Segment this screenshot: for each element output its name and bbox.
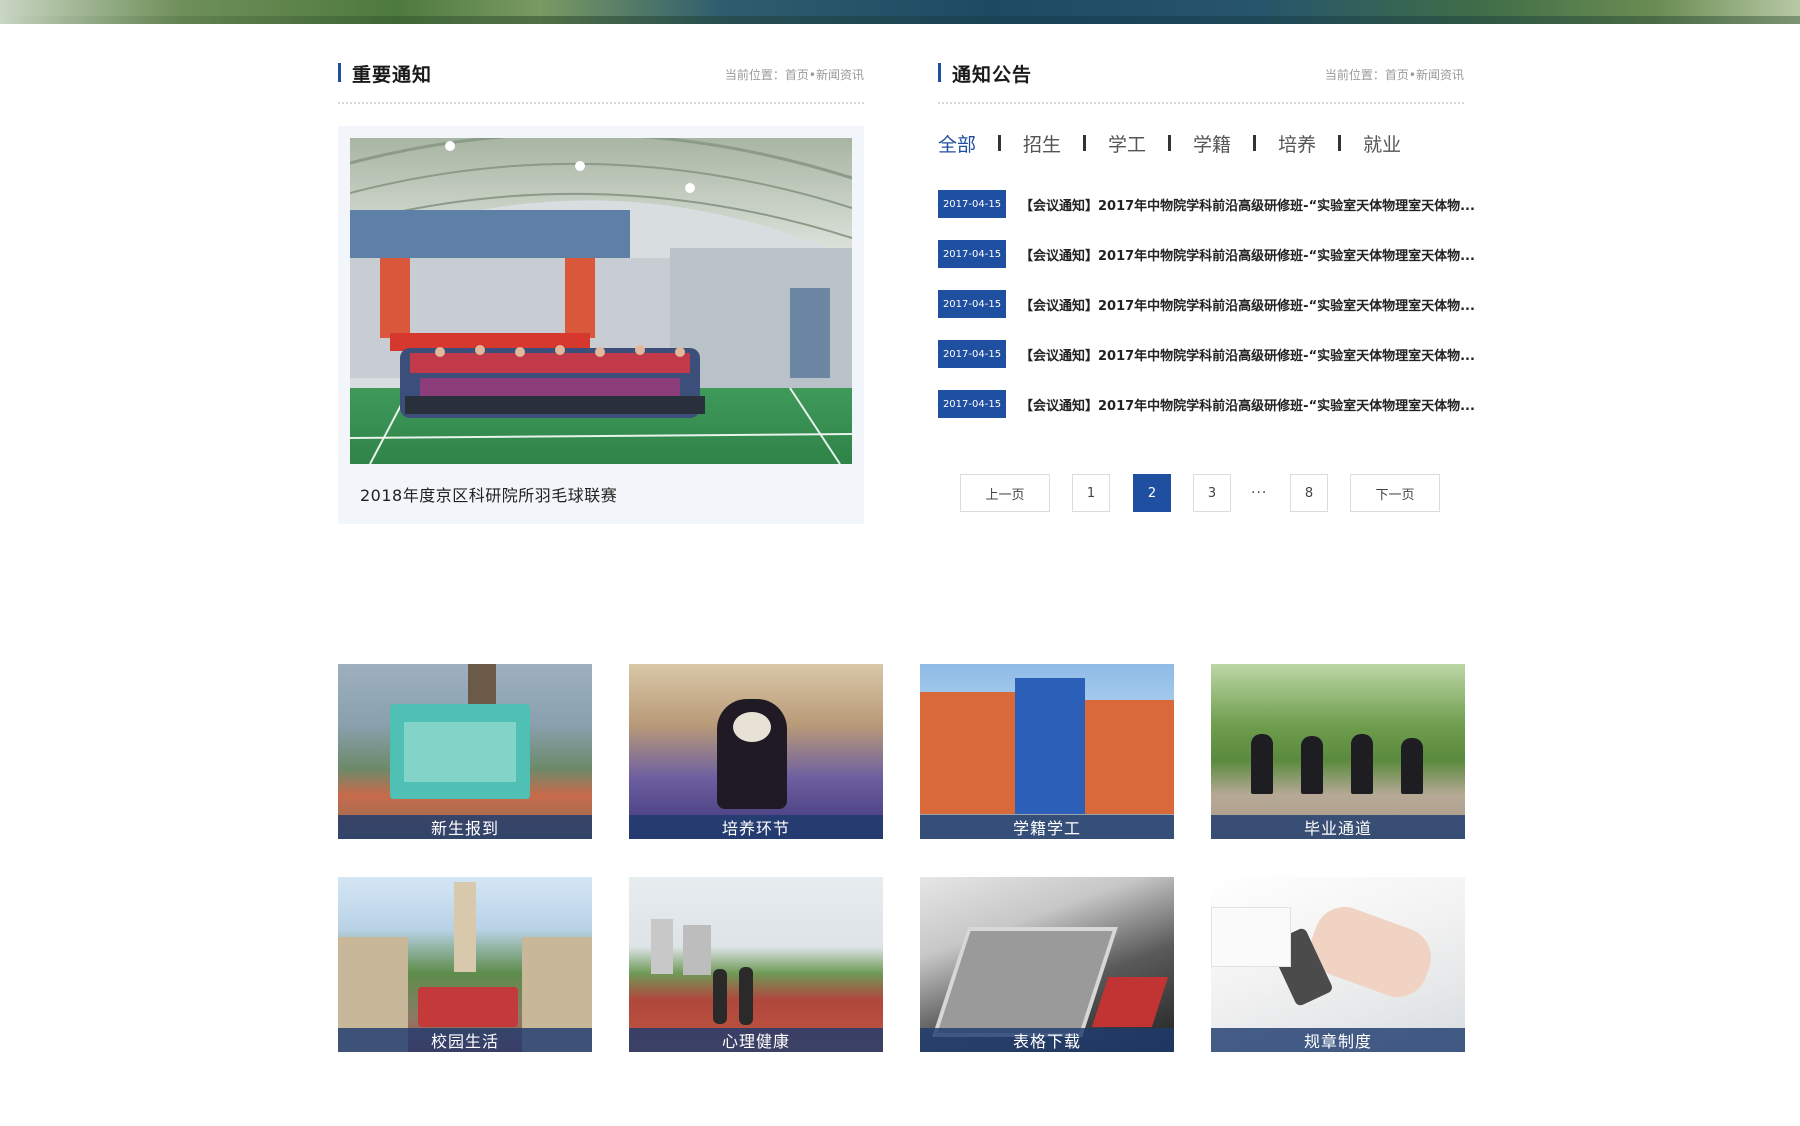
notice-date: 2017-04-15 (938, 340, 1006, 368)
tile-photo (1211, 877, 1465, 1052)
tile-label: 学籍学工 (920, 815, 1174, 839)
page-3-button[interactable]: 3 (1193, 474, 1231, 512)
tile-campus-life[interactable]: 校园生活 (338, 877, 592, 1052)
page-2-button[interactable]: 2 (1133, 474, 1171, 512)
tile-photo (920, 664, 1174, 839)
announcement-tabs: 全部 招生 学工 学籍 培养 就业 (938, 128, 1401, 158)
notice-item[interactable]: 2017-04-15 【会议通知】2017年中物院学科前沿高级研修班-“实验室天… (938, 240, 1478, 268)
tile-label: 校园生活 (338, 1028, 592, 1052)
pagination-ellipsis: ··· (1251, 485, 1268, 501)
notice-date: 2017-04-15 (938, 290, 1006, 318)
section-marker (338, 63, 341, 82)
featured-news-photo[interactable] (350, 138, 852, 464)
tab-training[interactable]: 培养 (1278, 130, 1316, 157)
tile-photo (338, 877, 592, 1052)
tab-enrollment[interactable]: 学籍 (1193, 130, 1231, 157)
tile-label: 新生报到 (338, 815, 592, 839)
tab-employment[interactable]: 就业 (1363, 130, 1401, 157)
notice-item[interactable]: 2017-04-15 【会议通知】2017年中物院学科前沿高级研修班-“实验室天… (938, 290, 1478, 318)
announcements-header: 通知公告 当前位置：首页•新闻资讯 (938, 58, 1464, 88)
tab-separator (1338, 135, 1342, 151)
tile-label: 表格下载 (920, 1028, 1174, 1052)
notice-date: 2017-04-15 (938, 190, 1006, 218)
tab-admissions[interactable]: 招生 (1023, 130, 1061, 157)
notice-date: 2017-04-15 (938, 240, 1006, 268)
gymnasium-photo (350, 138, 852, 464)
tile-photo (629, 877, 883, 1052)
section-marker (938, 63, 941, 82)
featured-news-caption[interactable]: 2018年度京区科研院所羽毛球联赛 (360, 482, 617, 506)
tile-photo (338, 664, 592, 839)
notice-item[interactable]: 2017-04-15 【会议通知】2017年中物院学科前沿高级研修班-“实验室天… (938, 340, 1478, 368)
notice-title[interactable]: 【会议通知】2017年中物院学科前沿高级研修班-“实验室天体物理室天体物... (1020, 195, 1475, 214)
tile-training-process[interactable]: 培养环节 (629, 664, 883, 839)
tab-separator (1168, 135, 1172, 151)
hero-banner-strip (0, 0, 1800, 24)
notice-date: 2017-04-15 (938, 390, 1006, 418)
notice-title[interactable]: 【会议通知】2017年中物院学科前沿高级研修班-“实验室天体物理室天体物... (1020, 295, 1475, 314)
notice-title[interactable]: 【会议通知】2017年中物院学科前沿高级研修班-“实验室天体物理室天体物... (1020, 345, 1475, 364)
notice-title[interactable]: 【会议通知】2017年中物院学科前沿高级研修班-“实验室天体物理室天体物... (1020, 245, 1475, 264)
section-title: 通知公告 (952, 64, 1033, 86)
divider (938, 102, 1464, 104)
tile-label: 心理健康 (629, 1028, 883, 1052)
tile-mental-health[interactable]: 心理健康 (629, 877, 883, 1052)
tab-all[interactable]: 全部 (938, 130, 976, 157)
breadcrumb[interactable]: 当前位置：首页•新闻资讯 (725, 66, 864, 83)
tile-graduation-channel[interactable]: 毕业通道 (1211, 664, 1465, 839)
page-1-button[interactable]: 1 (1072, 474, 1110, 512)
notice-title[interactable]: 【会议通知】2017年中物院学科前沿高级研修班-“实验室天体物理室天体物... (1020, 395, 1475, 414)
divider (338, 102, 864, 104)
tile-label: 规章制度 (1211, 1028, 1465, 1052)
prev-page-button[interactable]: 上一页 (960, 474, 1050, 512)
tile-regulations[interactable]: 规章制度 (1211, 877, 1465, 1052)
tab-separator (1083, 135, 1087, 151)
tile-label: 毕业通道 (1211, 815, 1465, 839)
section-title: 重要通知 (352, 64, 433, 86)
next-page-button[interactable]: 下一页 (1350, 474, 1440, 512)
tab-separator (1253, 135, 1257, 151)
notice-item[interactable]: 2017-04-15 【会议通知】2017年中物院学科前沿高级研修班-“实验室天… (938, 190, 1478, 218)
breadcrumb[interactable]: 当前位置：首页•新闻资讯 (1325, 66, 1464, 83)
important-notices-header: 重要通知 当前位置：首页•新闻资讯 (338, 58, 864, 88)
notice-item[interactable]: 2017-04-15 【会议通知】2017年中物院学科前沿高级研修班-“实验室天… (938, 390, 1478, 418)
featured-news-card[interactable]: 2018年度京区科研院所羽毛球联赛 (338, 126, 864, 524)
tile-photo (629, 664, 883, 839)
tile-photo (1211, 664, 1465, 839)
page-8-button[interactable]: 8 (1290, 474, 1328, 512)
tab-student-affairs[interactable]: 学工 (1108, 130, 1146, 157)
tile-photo (920, 877, 1174, 1052)
tab-separator (998, 135, 1002, 151)
tile-enrollment-affairs[interactable]: 学籍学工 (920, 664, 1174, 839)
tile-new-student-registration[interactable]: 新生报到 (338, 664, 592, 839)
tile-label: 培养环节 (629, 815, 883, 839)
tile-form-downloads[interactable]: 表格下载 (920, 877, 1174, 1052)
